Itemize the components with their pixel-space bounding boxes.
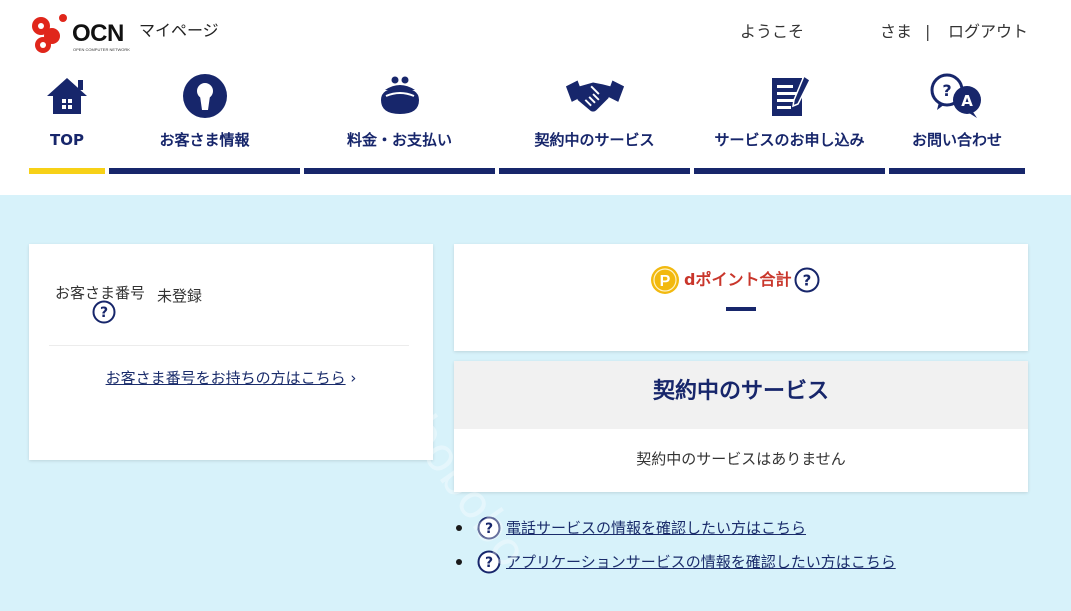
nav-label-contact: お問い合わせ [911, 131, 1002, 149]
welcome-text: ようこそ [740, 22, 805, 41]
nav-label-top: TOP [50, 131, 84, 149]
document-pen-icon [771, 74, 811, 116]
keyhole-icon [182, 74, 227, 118]
chevron-right-icon: › [350, 369, 357, 387]
nav-item-billing[interactable]: 料金・お支払い [304, 68, 495, 176]
handshake-icon [565, 80, 624, 112]
help-link-list: ? 電話サービスの情報を確認したい方はこちら ? アプリケーションサービスの情報… [455, 511, 1015, 579]
help-icon[interactable]: ? [92, 300, 116, 324]
nav-item-top[interactable]: TOP [29, 68, 105, 176]
phone-service-info-link[interactable]: 電話サービスの情報を確認したい方はこちら [506, 518, 806, 538]
nav-indicator [109, 168, 300, 174]
nav-label-customer-info: お客さま情報 [159, 131, 250, 149]
application-service-info-link[interactable]: アプリケーションサービスの情報を確認したい方はこちら [506, 552, 896, 572]
svg-text:?: ? [485, 555, 493, 571]
nav-item-contracted-services[interactable]: 契約中のサービス [499, 68, 690, 176]
customer-number-link-text: お客さま番号をお持ちの方はこちら [105, 369, 346, 387]
logo-text: OCN [72, 20, 124, 47]
nav-label-contracted-services: 契約中のサービス [534, 131, 655, 149]
svg-text:?: ? [485, 521, 493, 537]
nav-item-contact[interactable]: ? A お問い合わせ [889, 68, 1025, 176]
bullet [456, 559, 462, 565]
ocn-logo[interactable]: OCN OPEN COMPUTER NETWORK [28, 12, 130, 56]
svg-text:?: ? [803, 272, 812, 290]
dpoint-value-placeholder [726, 307, 756, 311]
help-icon: ? [477, 550, 501, 574]
svg-text:?: ? [942, 81, 951, 100]
nav-label-service-application: サービスのお申し込み [714, 131, 865, 149]
ocn-logo-icon [32, 14, 67, 53]
customer-number-link[interactable]: お客さま番号をお持ちの方はこちら › [29, 368, 433, 388]
dpoint-title: dポイント合計 [684, 270, 792, 289]
nav-item-customer-info[interactable]: お客さま情報 [109, 68, 300, 176]
logo-text-group: OCN OPEN COMPUTER NETWORK [72, 12, 130, 56]
dpoint-coin-letter: P [660, 273, 671, 290]
svg-text:?: ? [100, 305, 108, 321]
question-chat-icon: ? A [930, 73, 981, 118]
nav-indicator [694, 168, 885, 174]
logout-link[interactable]: ログアウト [948, 22, 1028, 44]
customer-number-value: 未登録 [157, 287, 203, 305]
nav-indicator [304, 168, 495, 174]
bullet [456, 525, 462, 531]
help-icon[interactable]: ? [794, 267, 820, 293]
contracted-services-card: 契約中のサービス 契約中のサービスはありません [454, 361, 1028, 492]
dpoint-card: P dポイント合計 ? [454, 244, 1028, 351]
dpoint-header: P dポイント合計 ? [650, 264, 820, 296]
home-icon [47, 78, 87, 114]
welcome-honorific: さま [880, 22, 913, 41]
nav-indicator [499, 168, 690, 174]
svg-text:A: A [961, 92, 973, 110]
help-icon: ? [477, 516, 501, 540]
contracted-services-empty-message: 契約中のサービスはありません [636, 450, 846, 468]
nav-indicator-active [29, 168, 105, 174]
dpoint-coin-icon: P [651, 266, 679, 294]
page-title: マイページ [139, 21, 219, 40]
nav-item-service-application[interactable]: サービスのお申し込み [694, 68, 885, 176]
customer-number-card: お客さま番号 未登録 ? お客さま番号をお持ちの方はこちら › [29, 244, 433, 460]
list-item[interactable]: ? 電話サービスの情報を確認したい方はこちら [455, 511, 1015, 545]
nav-indicator [889, 168, 1025, 174]
header-separator: | [925, 22, 931, 41]
contracted-services-title: 契約中のサービス [652, 379, 829, 404]
coin-purse-icon [380, 76, 419, 114]
header: OCN OPEN COMPUTER NETWORK マイページ ようこそ さま … [0, 0, 1071, 195]
divider [49, 345, 409, 346]
logo-subtext: OPEN COMPUTER NETWORK [73, 47, 130, 52]
nav-label-billing: 料金・お支払い [346, 131, 452, 149]
contracted-services-header: 契約中のサービス [454, 361, 1028, 429]
list-item[interactable]: ? アプリケーションサービスの情報を確認したい方はこちら [455, 545, 1015, 579]
